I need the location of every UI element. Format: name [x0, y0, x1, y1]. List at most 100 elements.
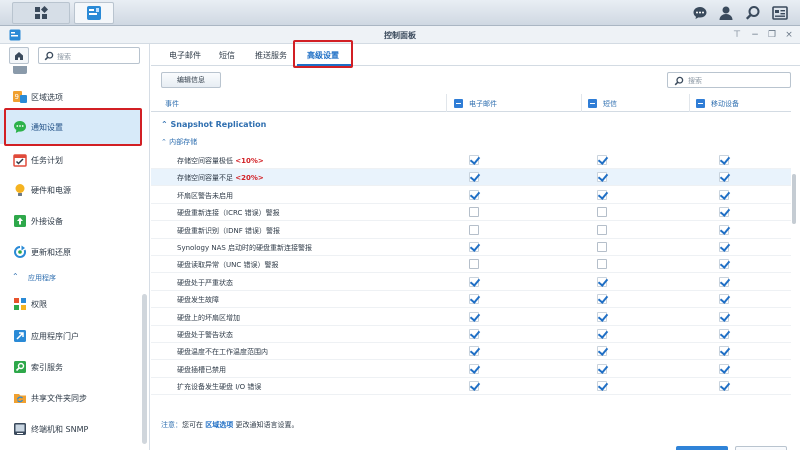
sidebar-item-permissions[interactable]: 权限	[0, 290, 142, 318]
table-row[interactable]: 硬盘发生故障	[151, 291, 791, 309]
email-checkbox[interactable]	[469, 259, 479, 270]
sidebar-item-app-portal[interactable]: 应用程序门户	[0, 322, 142, 350]
email-checkbox[interactable]	[469, 155, 479, 165]
sms-checkbox[interactable]	[597, 294, 607, 305]
sms-checkbox[interactable]	[597, 172, 607, 183]
sidebar-item-terminal-snmp[interactable]: 终端机和 SNMP	[0, 415, 142, 443]
sidebar-item-hardware-power[interactable]: 硬件和电源	[0, 176, 142, 204]
pin-icon[interactable]: ⊤	[731, 29, 743, 41]
email-checkbox[interactable]	[469, 346, 479, 357]
email-checkbox[interactable]	[469, 207, 479, 218]
mobile-checkbox[interactable]	[719, 259, 729, 270]
email-checkbox[interactable]	[469, 311, 479, 322]
email-checkbox[interactable]	[469, 294, 479, 305]
event-subgroup-title[interactable]: ⌃ 内部存储	[161, 137, 197, 147]
mobile-checkbox[interactable]	[719, 155, 729, 165]
email-checkbox[interactable]	[469, 242, 479, 252]
table-row[interactable]: 硬盘处于警告状态	[151, 326, 791, 343]
sidebar-item-task-scheduler[interactable]: 任务计划	[0, 146, 142, 174]
sidebar-item-partial[interactable]	[0, 66, 142, 78]
sidebar-item-external-devices[interactable]: 外接设备	[0, 207, 142, 235]
mobile-select-all-checkbox[interactable]	[696, 99, 705, 108]
restore-icon[interactable]: ❐	[766, 29, 778, 41]
email-checkbox[interactable]	[469, 276, 479, 287]
email-checkbox[interactable]	[469, 329, 479, 339]
mobile-checkbox[interactable]	[719, 346, 729, 357]
sms-checkbox[interactable]	[597, 346, 607, 357]
region-options-link[interactable]: 区域选项	[205, 421, 233, 429]
sms-select-all-checkbox[interactable]	[588, 99, 597, 108]
mobile-checkbox[interactable]	[719, 329, 729, 339]
chat-icon[interactable]	[690, 3, 710, 23]
reset-button[interactable]: 重置	[735, 446, 787, 450]
table-row[interactable]: 硬盘重新连接（ICRC 错误）警报	[151, 204, 791, 222]
mobile-checkbox[interactable]	[719, 207, 729, 218]
sms-checkbox[interactable]	[597, 224, 607, 235]
sms-checkbox[interactable]	[597, 189, 607, 200]
event-search-input[interactable]: 搜索	[667, 72, 791, 88]
table-row[interactable]: 硬盘插槽已禁用	[151, 361, 791, 378]
sms-checkbox[interactable]	[597, 311, 607, 322]
sidebar-item-region[interactable]: 9 区域选项	[0, 83, 142, 111]
sms-checkbox[interactable]	[597, 363, 607, 374]
column-header-sms[interactable]: 短信	[603, 99, 617, 109]
sidebar-item-shared-folder-sync[interactable]: 共享文件夹同步	[0, 384, 142, 412]
user-icon[interactable]	[716, 3, 736, 23]
close-icon[interactable]: ×	[783, 29, 795, 41]
table-row[interactable]: 硬盘读取异常（UNC 错误）警报	[151, 256, 791, 274]
table-row[interactable]: 存储空间容量不足 <20%>	[151, 169, 791, 187]
mobile-checkbox[interactable]	[719, 189, 729, 200]
home-icon	[15, 52, 23, 60]
sidebar-item-update-restore[interactable]: 更新和还原	[0, 238, 142, 266]
mobile-checkbox[interactable]	[719, 294, 729, 305]
home-button[interactable]	[9, 47, 29, 64]
column-header-mobile[interactable]: 移动设备	[711, 99, 739, 109]
table-row[interactable]: 硬盘重新识别（IDNF 错误）警报	[151, 222, 791, 239]
sms-checkbox[interactable]	[597, 242, 607, 252]
sms-checkbox[interactable]	[597, 381, 607, 392]
widgets-icon[interactable]	[770, 3, 790, 23]
table-row[interactable]: Synology NAS 启动时的硬盘重新连接警报	[151, 239, 791, 256]
sms-checkbox[interactable]	[597, 155, 607, 165]
email-checkbox[interactable]	[469, 363, 479, 374]
apply-button[interactable]: 应用	[676, 446, 728, 450]
sidebar-item-indexing[interactable]: 索引服务	[0, 353, 142, 381]
column-header-email[interactable]: 电子邮件	[469, 99, 497, 109]
mobile-checkbox[interactable]	[719, 242, 729, 252]
sidebar-section-applications[interactable]: ⌃ 应用程序	[0, 270, 142, 286]
edit-message-button[interactable]: 编辑信息	[161, 72, 221, 88]
table-row[interactable]: 硬盘上的坏扇区增加	[151, 309, 791, 326]
tab-sms[interactable]: 短信	[219, 50, 235, 61]
email-checkbox[interactable]	[469, 224, 479, 235]
sms-checkbox[interactable]	[597, 207, 607, 218]
table-scrollbar[interactable]	[792, 174, 796, 224]
table-row[interactable]: 存储空间容量极低 <10%>	[151, 152, 791, 169]
table-row[interactable]: 硬盘处于严重状态	[151, 274, 791, 291]
taskbar-control-panel-button[interactable]	[74, 2, 114, 24]
email-checkbox[interactable]	[469, 381, 479, 392]
mobile-checkbox[interactable]	[719, 363, 729, 374]
sidebar-scrollbar[interactable]	[142, 294, 147, 444]
taskbar-main-menu-button[interactable]	[12, 2, 70, 24]
sms-checkbox[interactable]	[597, 259, 607, 270]
sms-checkbox[interactable]	[597, 329, 607, 339]
email-checkbox[interactable]	[469, 172, 479, 183]
email-select-all-checkbox[interactable]	[454, 99, 463, 108]
mobile-checkbox[interactable]	[719, 381, 729, 392]
mobile-checkbox[interactable]	[719, 276, 729, 287]
email-checkbox[interactable]	[469, 189, 479, 200]
table-row[interactable]: 坏扇区警告未启用	[151, 187, 791, 204]
tab-email[interactable]: 电子邮件	[169, 50, 201, 61]
search-icon[interactable]	[743, 3, 763, 23]
event-group-title[interactable]: ⌃ Snapshot Replication	[161, 120, 266, 129]
mobile-checkbox[interactable]	[719, 172, 729, 183]
mobile-checkbox[interactable]	[719, 311, 729, 322]
sms-checkbox[interactable]	[597, 276, 607, 287]
column-header-event[interactable]: 事件	[165, 99, 179, 109]
mobile-checkbox[interactable]	[719, 224, 729, 235]
table-row[interactable]: 硬盘温度不在工作温度范围内	[151, 343, 791, 361]
table-row[interactable]: 扩充设备发生硬盘 I/O 错误	[151, 378, 791, 396]
tab-push-service[interactable]: 推送服务	[255, 50, 287, 61]
minimize-icon[interactable]: −	[749, 29, 761, 41]
sidebar-search-input[interactable]: 搜索	[38, 47, 140, 64]
